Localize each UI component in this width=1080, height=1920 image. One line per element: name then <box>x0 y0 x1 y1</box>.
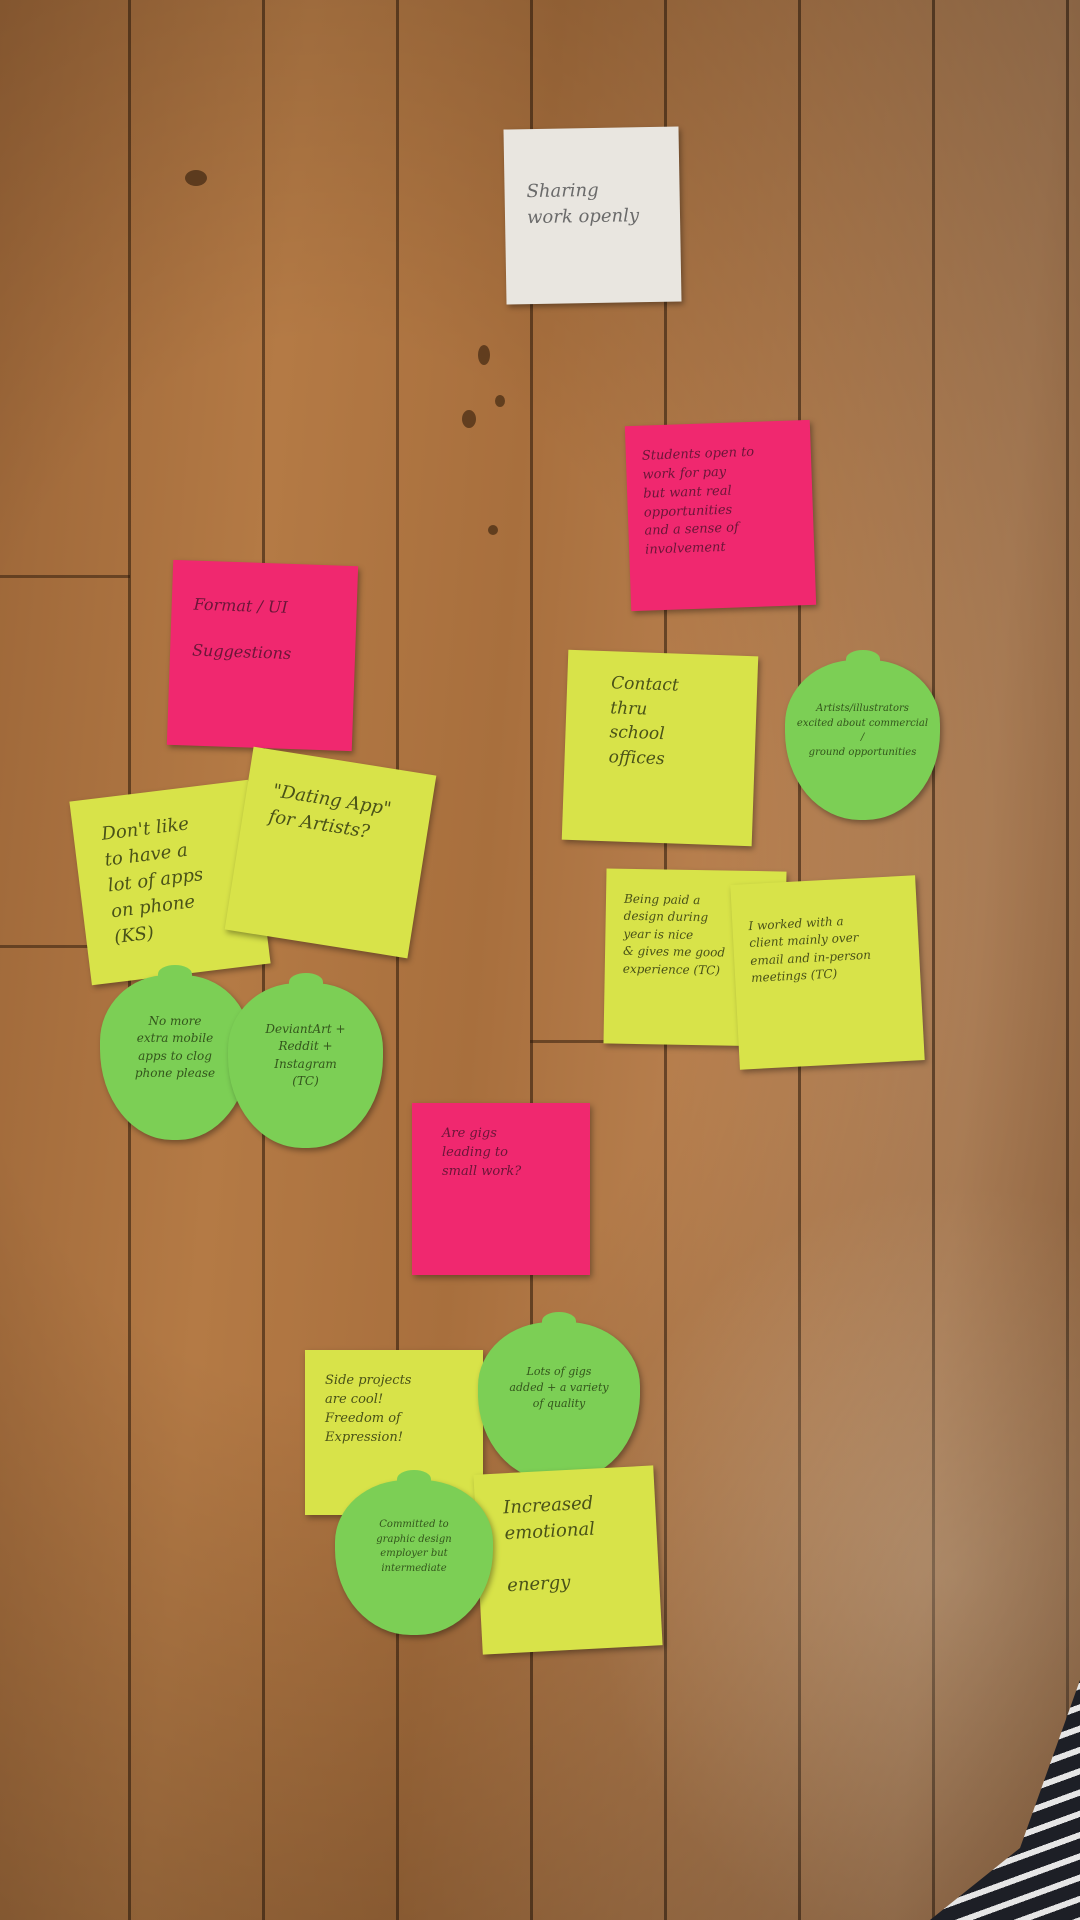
wood-knot <box>185 170 207 186</box>
floor-joint <box>0 575 130 578</box>
sticky-note-format: Format / UI Suggestions <box>166 559 359 752</box>
note-text: DeviantArt + Reddit + Instagram (TC) <box>265 1022 346 1089</box>
note-text: Contact thru school offices <box>608 673 680 770</box>
note-text: No more extra mobile apps to clog phone … <box>134 1014 216 1081</box>
wood-knot <box>488 525 498 535</box>
note-text: Lots of gigs added + a variety of qualit… <box>509 1365 609 1410</box>
note-text: I worked with a client mainly over email… <box>748 914 872 986</box>
note-text: "Dating App" for Artists? <box>267 780 393 843</box>
note-text: Side projects are cool! Freedom of Expre… <box>325 1373 412 1445</box>
sticky-note-students: Students open to work for pay but want r… <box>624 419 817 612</box>
sticky-note-emotional-energy: Increased emotional energy <box>473 1465 663 1655</box>
note-text: Committed to graphic design employer but… <box>376 1519 452 1574</box>
sticky-note-dating-app: "Dating App" for Artists? <box>224 746 437 959</box>
note-text: Are gigs leading to small work? <box>442 1126 522 1179</box>
note-text: Students open to work for pay but want r… <box>641 444 755 558</box>
wood-knot <box>495 395 505 407</box>
wood-knot <box>462 410 476 428</box>
sticky-note-contact: Contact thru school offices <box>561 649 759 847</box>
sticky-note-sharing: Sharing work openly <box>503 126 682 305</box>
note-text: Sharing work openly <box>526 179 640 229</box>
sticky-note-worked-with-client: I worked with a client mainly over email… <box>730 875 925 1070</box>
sticky-note-are-gigs: Are gigs leading to small work? <box>412 1103 590 1275</box>
wood-knot <box>478 345 490 365</box>
note-text: Increased emotional energy <box>502 1492 596 1597</box>
note-text: Format / UI Suggestions <box>191 594 292 664</box>
note-text: Artists/illustrators excited about comme… <box>796 703 929 758</box>
note-text: Don't like to have a lot of apps on phon… <box>100 813 205 949</box>
